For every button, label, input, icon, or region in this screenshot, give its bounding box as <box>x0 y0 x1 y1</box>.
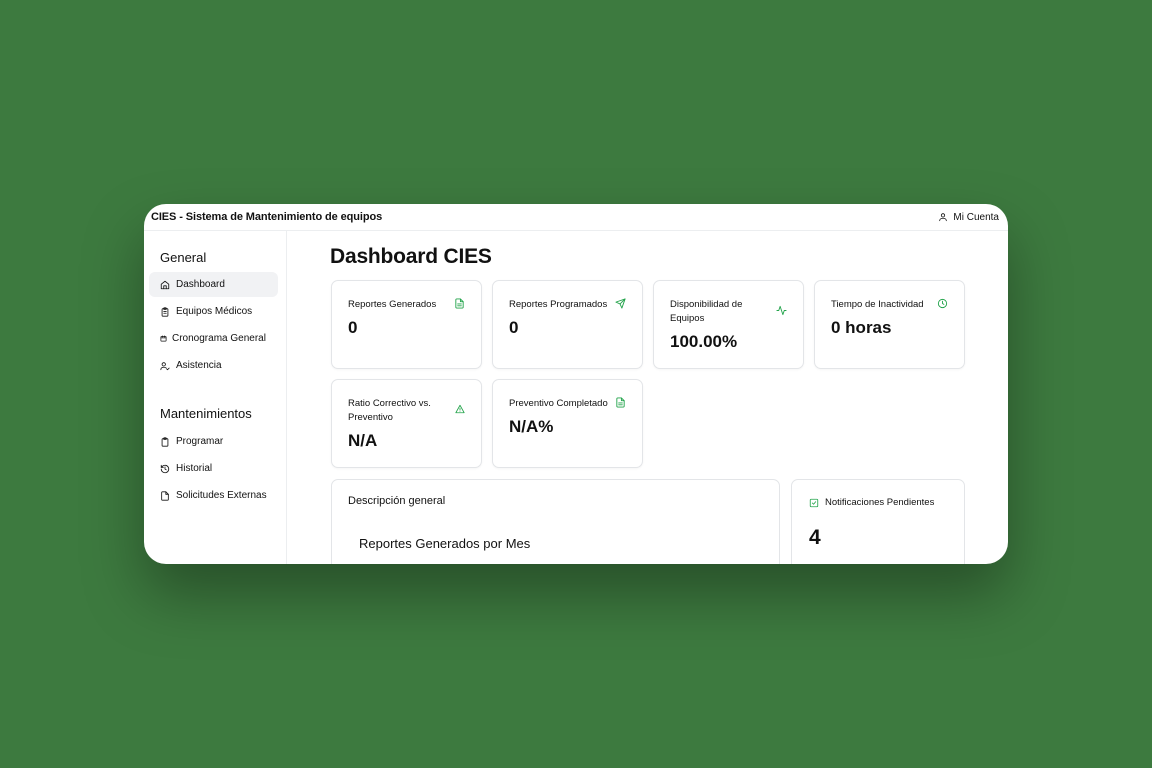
top-bar: CIES - Sistema de Mantenimiento de equip… <box>144 204 1008 231</box>
sidebar-item-label: Historial <box>176 463 213 474</box>
card-value: 100.00% <box>670 332 738 351</box>
file-text-icon <box>616 397 625 408</box>
stat-card-reportes-programados: Reportes Programados 0 <box>492 280 643 369</box>
stat-card-disponibilidad: Disponibilidad de Equipos 100.00% <box>653 280 804 369</box>
calendar-icon <box>160 335 167 342</box>
clock-icon <box>937 298 948 309</box>
notifications-panel[interactable]: Notificaciones Pendientes 4 <box>791 479 965 564</box>
app-window: CIES - Sistema de Mantenimiento de equip… <box>144 204 1008 564</box>
sidebar-item-label: Solicitudes Externas <box>176 490 267 501</box>
chart-title: Reportes Generados por Mes <box>359 536 531 551</box>
sidebar-item-label: Equipos Médicos <box>176 306 253 317</box>
user-check-icon <box>160 361 170 370</box>
stat-card-tiempo-inactividad: Tiempo de Inactividad 0 horas <box>814 280 965 369</box>
card-label: Disponibilidad de Equipos <box>670 299 743 324</box>
file-icon <box>161 490 169 501</box>
card-value: N/A% <box>509 417 554 436</box>
activity-icon <box>776 305 787 316</box>
sidebar-item-label: Programar <box>176 436 224 447</box>
card-label: Tiempo de Inactividad <box>831 299 924 310</box>
card-value: 0 <box>348 318 358 337</box>
clipboard-list-icon <box>161 306 169 317</box>
sidebar: General Dashboard Equipos Médicos Cronog… <box>144 231 287 564</box>
sidebar-item-label: Asistencia <box>176 360 222 371</box>
app-title: CIES - Sistema de Mantenimiento de equip… <box>151 211 383 223</box>
file-text-icon <box>455 298 464 309</box>
sidebar-item-solicitudes-externas[interactable]: Solicitudes Externas <box>149 483 278 508</box>
sidebar-item-dashboard[interactable]: Dashboard <box>149 272 278 297</box>
page-title: Dashboard CIES <box>330 245 492 268</box>
sidebar-item-asistencia[interactable]: Asistencia <box>149 353 278 378</box>
notifications-title: Notificaciones Pendientes <box>825 497 935 508</box>
history-icon <box>160 464 170 473</box>
home-icon <box>160 280 170 289</box>
alert-triangle-icon <box>455 404 465 414</box>
card-value: N/A <box>348 431 378 450</box>
account-menu-button[interactable]: Mi Cuenta <box>938 212 999 223</box>
sidebar-item-equipos-medicos[interactable]: Equipos Médicos <box>149 299 278 324</box>
card-value: 0 <box>509 318 519 337</box>
sidebar-item-programar[interactable]: Programar <box>149 429 278 454</box>
stat-card-ratio-correctivo: Ratio Correctivo vs. Preventivo N/A <box>331 379 482 468</box>
notifications-count: 4 <box>809 526 821 549</box>
sidebar-item-label: Cronograma General <box>172 333 266 344</box>
sidebar-item-label: Dashboard <box>176 279 225 290</box>
account-label: Mi Cuenta <box>953 211 999 223</box>
overview-panel: Descripción general Reportes Generados p… <box>331 479 780 564</box>
notifications-header: Notificaciones Pendientes <box>809 497 934 508</box>
card-value: 0 horas <box>831 318 892 337</box>
card-label: Ratio Correctivo vs. Preventivo <box>348 398 431 423</box>
sidebar-item-historial[interactable]: Historial <box>149 456 278 481</box>
main-content: Dashboard CIES Reportes Generados 0 Repo… <box>287 231 1008 564</box>
card-label: Preventivo Completado <box>509 398 608 409</box>
send-icon <box>615 298 626 309</box>
stat-card-preventivo-completado: Preventivo Completado N/A% <box>492 379 643 468</box>
stat-card-reportes-generados: Reportes Generados 0 <box>331 280 482 369</box>
overview-title: Descripción general <box>348 495 446 507</box>
card-label: Reportes Programados <box>509 299 608 310</box>
clipboard-icon <box>161 436 169 447</box>
card-label: Reportes Generados <box>348 299 437 310</box>
sidebar-section-mantenimientos: Mantenimientos <box>160 406 252 421</box>
sidebar-item-cronograma-general[interactable]: Cronograma General <box>149 326 278 351</box>
check-square-icon <box>809 498 819 507</box>
user-icon <box>939 213 948 222</box>
sidebar-section-general: General <box>160 250 207 265</box>
